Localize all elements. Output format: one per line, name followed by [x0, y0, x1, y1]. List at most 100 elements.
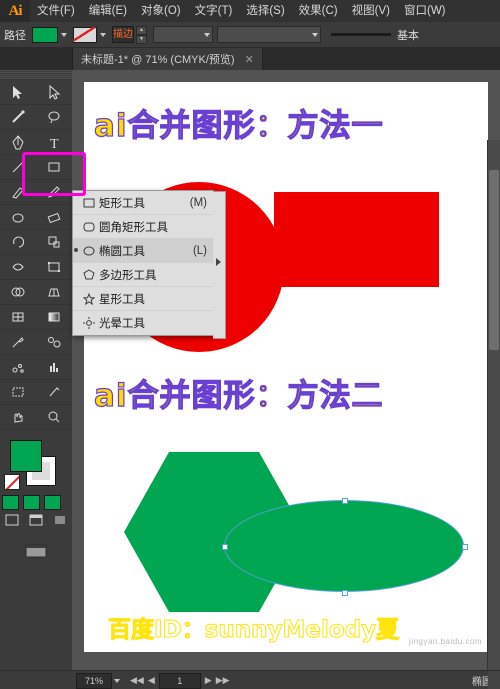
- statusbar-scroll-corner: [488, 671, 500, 689]
- tool-width[interactable]: [0, 255, 36, 280]
- rectangle-icon: [79, 197, 99, 209]
- flyout-label: 多边形工具: [99, 269, 157, 282]
- tool-mesh[interactable]: [0, 305, 36, 330]
- tool-selection[interactable]: [0, 80, 36, 105]
- toolbox-drag-handle[interactable]: [0, 70, 72, 80]
- stroke-profile-select[interactable]: [153, 26, 213, 43]
- document-tab-title: 未标题-1* @ 71% (CMYK/预览): [81, 54, 235, 66]
- flyout-item-flare[interactable]: 光晕工具: [73, 311, 213, 335]
- stroke-weight-label[interactable]: 描边: [112, 26, 134, 43]
- vertical-scrollbar[interactable]: [487, 140, 500, 689]
- tool-hand[interactable]: [0, 405, 36, 430]
- tool-scale[interactable]: [36, 230, 72, 255]
- menu-edit[interactable]: 编辑(E): [82, 0, 134, 22]
- stroke-color-swatch[interactable]: [73, 26, 97, 43]
- menu-select[interactable]: 选择(S): [239, 0, 291, 22]
- tool-lasso[interactable]: [36, 105, 72, 130]
- tool-direct-selection[interactable]: [36, 80, 72, 105]
- illustrator-window: Ai 文件(F) 编辑(E) 对象(O) 文字(T) 选择(S) 效果(C) 视…: [0, 0, 500, 689]
- screen-mode-toggle[interactable]: [24, 540, 48, 560]
- anchor-point[interactable]: [222, 544, 228, 550]
- first-page-icon[interactable]: ◀◀: [130, 675, 144, 686]
- tool-free-transform[interactable]: [36, 255, 72, 280]
- tool-eyedropper[interactable]: [0, 330, 36, 355]
- artboard-title-one[interactable]: ai合并图形：方法一: [93, 100, 384, 145]
- brush-label: 基本: [397, 29, 419, 42]
- chevron-down-icon: [312, 32, 318, 37]
- none-color-swatch[interactable]: [4, 474, 20, 490]
- flyout-item-polygon[interactable]: 多边形工具: [73, 263, 213, 287]
- tool-eraser[interactable]: [36, 205, 72, 230]
- screen-mode-normal[interactable]: [0, 510, 24, 530]
- artboard[interactable]: ai合并图形：方法一 ai合并图形：方法二 百度ID：sunnyMelody夏 …: [84, 82, 488, 652]
- polygon-icon: [79, 268, 99, 281]
- menu-window[interactable]: 窗口(W): [397, 0, 453, 22]
- next-page-icon[interactable]: ▶: [205, 675, 212, 686]
- tool-magic-wand[interactable]: [0, 105, 36, 130]
- scrollbar-thumb[interactable]: [489, 170, 499, 350]
- tool-artboard[interactable]: [0, 380, 36, 405]
- swatch-gradient[interactable]: [23, 495, 40, 510]
- last-page-icon[interactable]: ▶▶: [216, 675, 230, 686]
- tool-symbol-sprayer[interactable]: [0, 355, 36, 380]
- statusbar-corner: [0, 670, 72, 689]
- watermark-small-text: jingyan.baidu.com: [409, 637, 482, 646]
- flyout-label: 圆角矩形工具: [99, 221, 168, 234]
- tool-rotate[interactable]: [0, 230, 36, 255]
- screen-mode-full[interactable]: [24, 510, 48, 530]
- anchor-point[interactable]: [342, 498, 348, 504]
- flyout-item-star[interactable]: 星形工具: [73, 287, 213, 311]
- artboard-title-two[interactable]: ai合并图形：方法二: [93, 370, 384, 415]
- prev-page-icon[interactable]: ◀: [148, 675, 155, 686]
- color-mode-swatches: [0, 494, 72, 510]
- tool-blob-brush[interactable]: [0, 205, 36, 230]
- tool-shape-builder[interactable]: [0, 280, 36, 305]
- anchor-point[interactable]: [342, 590, 348, 596]
- menu-object[interactable]: 对象(O): [134, 0, 188, 22]
- zoom-chevron-icon[interactable]: [114, 678, 120, 683]
- control-bar: 路径 描边 ▲ ▼ 基本: [0, 22, 500, 48]
- menu-view[interactable]: 视图(V): [345, 0, 397, 22]
- tool-column-graph[interactable]: [36, 355, 72, 380]
- swatch-color[interactable]: [2, 495, 19, 510]
- tool-slice[interactable]: [36, 380, 72, 405]
- star-icon: [79, 292, 99, 305]
- screen-mode-menu[interactable]: [48, 510, 72, 530]
- menu-type[interactable]: 文字(T): [188, 0, 240, 22]
- document-tab[interactable]: 未标题-1* @ 71% (CMYK/预览) ✕: [72, 48, 263, 70]
- tool-gradient[interactable]: [36, 305, 72, 330]
- stroke-weight-stepper[interactable]: ▲ ▼: [136, 25, 147, 44]
- rounded-rectangle-icon: [79, 221, 99, 233]
- zoom-level-field[interactable]: 71%: [76, 672, 112, 689]
- anchor-point[interactable]: [462, 544, 468, 550]
- menu-file[interactable]: 文件(F): [30, 0, 82, 22]
- fill-color-swatch[interactable]: [32, 26, 58, 43]
- flyout-item-rounded-rectangle[interactable]: 圆角矩形工具: [73, 215, 213, 239]
- color-well: [0, 434, 72, 494]
- tool-perspective-grid[interactable]: [36, 280, 72, 305]
- fill-chevron-icon[interactable]: [61, 32, 67, 37]
- status-bar: 71% ◀◀ ◀ 1 ▶ ▶▶ 椭圆: [72, 670, 500, 689]
- swatch-none[interactable]: [44, 495, 61, 510]
- control-bar-label: 路径: [4, 29, 26, 42]
- flyout-tearoff-handle[interactable]: [213, 191, 226, 339]
- fill-color-well[interactable]: [10, 440, 42, 472]
- flyout-shortcut: (L): [192, 244, 207, 257]
- graphic-style-select[interactable]: [217, 26, 321, 43]
- tool-blend[interactable]: [36, 330, 72, 355]
- brush-preview: [331, 33, 391, 36]
- toolbox-grid: T: [0, 80, 72, 430]
- stroke-chevron-icon[interactable]: [100, 32, 106, 37]
- menu-effect[interactable]: 效果(C): [292, 0, 345, 22]
- shape-red-rectangle[interactable]: [274, 192, 439, 287]
- flyout-item-rectangle[interactable]: 矩形工具 (M): [73, 191, 213, 215]
- close-icon[interactable]: ✕: [245, 53, 254, 66]
- flyout-item-ellipse[interactable]: 椭圆工具 (L): [73, 239, 213, 263]
- flyout-label: 矩形工具: [99, 197, 145, 210]
- page-field[interactable]: 1: [158, 672, 201, 689]
- tool-zoom[interactable]: [36, 405, 72, 430]
- app-logo: Ai: [0, 0, 30, 22]
- shape-green-ellipse[interactable]: [224, 500, 464, 592]
- shape-tools-flyout[interactable]: 矩形工具 (M) 圆角矩形工具 椭圆工具 (L) 多边形工具 星形工具 光晕工具: [72, 190, 226, 339]
- canvas-area[interactable]: ai合并图形：方法一 ai合并图形：方法二 百度ID：sunnyMelody夏 …: [72, 70, 500, 689]
